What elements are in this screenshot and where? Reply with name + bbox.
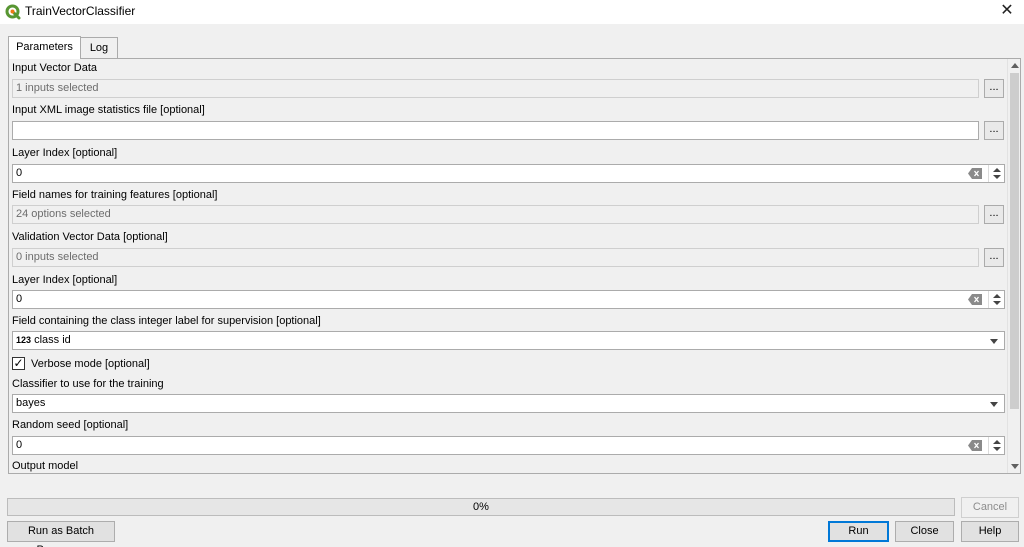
close-button[interactable]: Close xyxy=(895,521,954,542)
xml-stats-browse-button[interactable]: ... xyxy=(984,121,1004,140)
field-names-browse-button[interactable]: ... xyxy=(984,205,1004,224)
validation-vector-browse-button[interactable]: ... xyxy=(984,248,1004,267)
validation-vector-label: Validation Vector Data [optional] xyxy=(12,231,168,243)
classifier-value: bayes xyxy=(16,397,46,409)
layer-index-2-stepper[interactable] xyxy=(988,291,1004,308)
xml-stats-field[interactable] xyxy=(12,121,979,140)
spin-up-icon[interactable] xyxy=(993,168,1001,172)
spin-down-icon[interactable] xyxy=(993,447,1001,451)
classifier-combobox[interactable]: bayes xyxy=(12,394,1005,413)
title-bar: TrainVectorClassifier ✕ xyxy=(0,0,1024,24)
layer-index-1-label: Layer Index [optional] xyxy=(12,147,118,159)
run-as-batch-button[interactable]: Run as Batch Process... xyxy=(7,521,115,547)
random-seed-stepper[interactable] xyxy=(988,437,1004,454)
progress-text: 0% xyxy=(473,501,489,513)
spin-up-icon[interactable] xyxy=(993,440,1001,444)
tab-log[interactable]: Log xyxy=(80,37,118,58)
random-seed-value: 0 xyxy=(16,439,23,451)
layer-index-1-stepper[interactable] xyxy=(988,165,1004,182)
spin-up-icon[interactable] xyxy=(993,294,1001,298)
clear-icon[interactable] xyxy=(968,294,982,305)
window-title: TrainVectorClassifier xyxy=(25,4,136,18)
class-field-combobox[interactable]: 123 class id xyxy=(12,331,1005,350)
tab-parameters[interactable]: Parameters xyxy=(8,36,81,59)
scroll-up-icon[interactable] xyxy=(1011,63,1019,68)
verbose-label: Verbose mode [optional] xyxy=(31,358,150,370)
random-seed-spinbox[interactable]: 0 xyxy=(12,436,1005,455)
spin-down-icon[interactable] xyxy=(993,301,1001,305)
integer-type-icon: 123 xyxy=(16,335,32,345)
field-names-label: Field names for training features [optio… xyxy=(12,189,218,201)
close-window-icon[interactable]: ✕ xyxy=(996,1,1018,21)
layer-index-1-spinbox[interactable]: 0 xyxy=(12,164,1005,183)
layer-index-1-value: 0 xyxy=(16,167,23,179)
parameters-panel: Input Vector Data 1 inputs selected ... … xyxy=(8,58,1021,474)
random-seed-label: Random seed [optional] xyxy=(12,419,129,431)
validation-vector-field[interactable]: 0 inputs selected xyxy=(12,248,979,267)
xml-stats-label: Input XML image statistics file [optiona… xyxy=(12,104,205,116)
class-field-label: Field containing the class integer label… xyxy=(12,315,321,327)
layer-index-2-spinbox[interactable]: 0 xyxy=(12,290,1005,309)
classifier-label: Classifier to use for the training xyxy=(12,378,164,390)
spin-down-icon[interactable] xyxy=(993,175,1001,179)
progress-bar: 0% xyxy=(7,498,955,516)
clear-icon[interactable] xyxy=(968,168,982,179)
run-button[interactable]: Run xyxy=(828,521,889,542)
chevron-down-icon[interactable] xyxy=(990,339,998,344)
input-vector-data-label: Input Vector Data xyxy=(12,62,97,74)
scroll-thumb[interactable] xyxy=(1010,73,1019,409)
scroll-down-icon[interactable] xyxy=(1011,464,1019,469)
input-vector-data-field[interactable]: 1 inputs selected xyxy=(12,79,979,98)
input-vector-data-browse-button[interactable]: ... xyxy=(984,79,1004,98)
output-model-label: Output model xyxy=(12,460,79,472)
vertical-scrollbar[interactable] xyxy=(1007,59,1020,473)
cancel-button[interactable]: Cancel xyxy=(961,497,1019,518)
class-field-value: class id xyxy=(34,334,71,346)
layer-index-2-value: 0 xyxy=(16,293,23,305)
chevron-down-icon[interactable] xyxy=(990,402,998,407)
field-names-field[interactable]: 24 options selected xyxy=(12,205,979,224)
help-button[interactable]: Help xyxy=(961,521,1019,542)
qgis-logo-icon xyxy=(5,4,21,20)
verbose-checkbox[interactable]: ✓ xyxy=(12,357,25,370)
clear-icon[interactable] xyxy=(968,440,982,451)
layer-index-2-label: Layer Index [optional] xyxy=(12,274,118,286)
